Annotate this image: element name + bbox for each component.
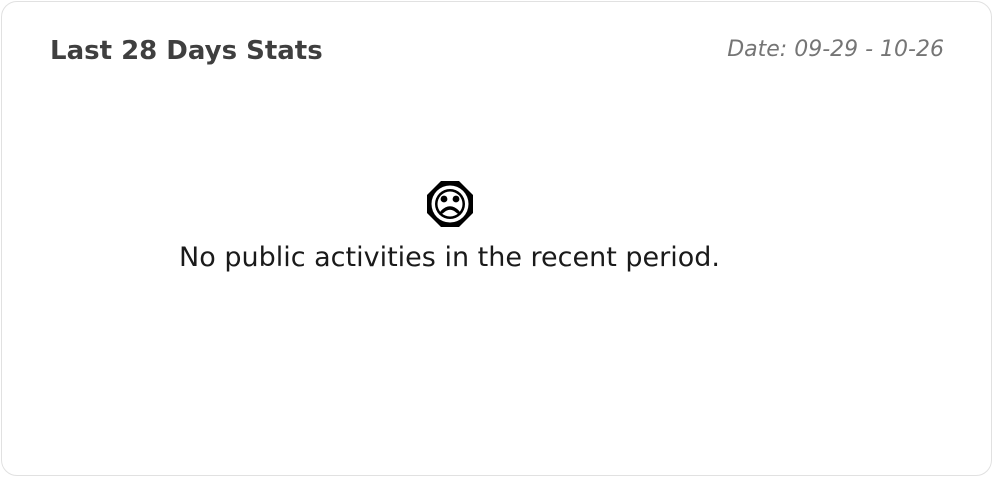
stats-card: Last 28 Days Stats Date: 09-29 - 10-26 N…	[1, 1, 992, 476]
empty-state: No public activities in the recent perio…	[2, 179, 897, 275]
sad-face-icon	[425, 179, 475, 229]
card-title: Last 28 Days Stats	[50, 36, 323, 66]
empty-state-message: No public activities in the recent perio…	[179, 242, 720, 273]
date-range: Date: 09-29 - 10-26	[727, 37, 944, 62]
